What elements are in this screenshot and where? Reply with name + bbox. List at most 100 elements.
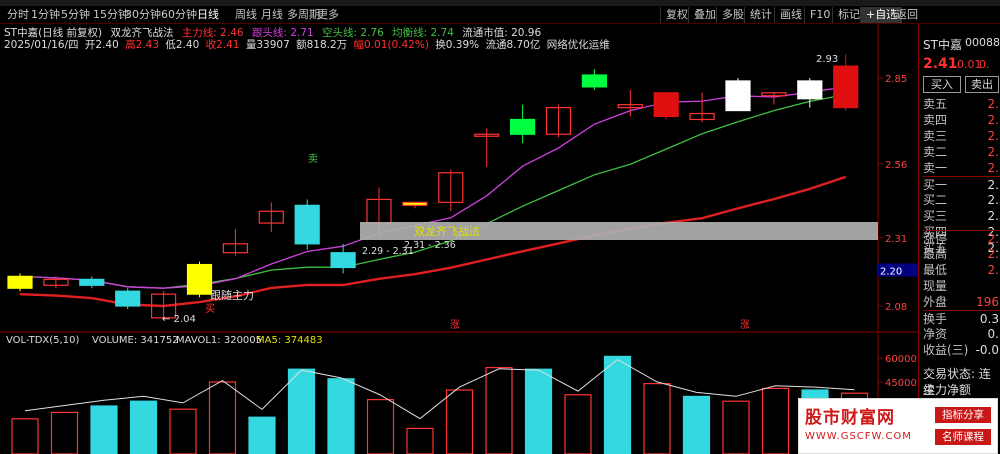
order-book-label: 买三 bbox=[923, 209, 948, 223]
period-tab-6[interactable]: 日线 bbox=[194, 6, 222, 24]
price-tick-label: 2.56 bbox=[885, 160, 907, 171]
volume-bar bbox=[327, 378, 355, 454]
candles bbox=[7, 54, 859, 319]
volume-bar bbox=[169, 408, 197, 454]
order-book-row[interactable]: 买一 2. bbox=[923, 176, 1000, 192]
quote-stat-value: 196 bbox=[976, 295, 999, 309]
order-book-row[interactable]: 卖二 2. bbox=[923, 144, 1000, 160]
order-book-label: 卖四 bbox=[923, 113, 948, 127]
watermark-logo: 股市财富网 bbox=[805, 408, 895, 428]
price-change: 0.01 bbox=[957, 58, 982, 71]
candle-body bbox=[510, 118, 536, 135]
stock-code: 000889 bbox=[965, 36, 1000, 49]
volume-bar bbox=[761, 387, 790, 454]
candle-body bbox=[833, 65, 859, 109]
kline-chart[interactable]: 2.85 2.56 2.31 2.08 2.20 ← 2.04 2.93 跟随主力买 卖双龙齐… bbox=[0, 24, 920, 454]
buy-button[interactable]: 买入 bbox=[923, 76, 961, 93]
order-book-value: 2. bbox=[987, 129, 999, 143]
strategy-label: 双龙齐飞战法 bbox=[414, 224, 480, 238]
volume-bar bbox=[248, 416, 276, 454]
follow-main-label: 跟随主力 bbox=[210, 288, 254, 302]
stock-name: ST中嘉 bbox=[923, 38, 962, 52]
candle-body bbox=[653, 92, 679, 118]
toolbar-button-8[interactable]: 返回 bbox=[890, 7, 923, 23]
indicator-share-tag[interactable]: 指标分享 bbox=[935, 407, 991, 423]
ma-mid-line bbox=[19, 93, 846, 289]
candle-body bbox=[294, 204, 320, 245]
ma-short-line bbox=[19, 86, 846, 289]
volume-bar bbox=[485, 367, 513, 454]
quote-stat-label: 涨停 bbox=[923, 232, 948, 246]
volume-bar bbox=[11, 418, 39, 454]
pair-label-2: 2.31 - 2.36 bbox=[404, 240, 456, 251]
order-book-label: 卖三 bbox=[923, 129, 948, 143]
order-book-row[interactable]: 买二 2. bbox=[923, 192, 1000, 208]
order-book-row[interactable]: 卖五 2. bbox=[923, 96, 1000, 112]
gain-mark: 涨 bbox=[450, 319, 460, 331]
quote-stat-row: 最高 2. bbox=[923, 246, 1000, 262]
quote-stat-row: 外盘 196 bbox=[923, 294, 1000, 310]
price-axis: 2.85 2.56 2.31 2.08 2.20 bbox=[878, 74, 918, 313]
high-price-label: 2.93 bbox=[816, 54, 838, 65]
period-tab-10[interactable]: 更多 bbox=[314, 6, 342, 24]
zhang-mark: 涨 bbox=[740, 319, 750, 331]
order-book-row[interactable]: 卖一 2. bbox=[923, 160, 1000, 176]
order-book-value: 2. bbox=[987, 161, 999, 175]
volume-bar bbox=[643, 383, 671, 454]
teacher-course-tag[interactable]: 名师课程 bbox=[935, 429, 991, 445]
volume-indicator-name: VOL-TDX(5,10) bbox=[6, 335, 79, 346]
order-book-label: 卖五 bbox=[923, 97, 948, 111]
volume-bar bbox=[90, 405, 118, 454]
order-book-value: 2. bbox=[987, 145, 999, 159]
volume-bar bbox=[406, 427, 434, 454]
volume-legend: VOL-TDX(5,10) VOLUME: 341752MAVOL1: 32000… bbox=[6, 335, 323, 346]
quote-panel: ST中嘉 000889 2.41 0.01 0. 买入 卖出 卖五2.卖四2.卖… bbox=[918, 24, 1000, 454]
order-book-row[interactable]: 买三 2. bbox=[923, 208, 1000, 224]
period-tab-7[interactable]: 周线 bbox=[232, 6, 260, 24]
candle-body bbox=[725, 80, 751, 112]
volume-bar bbox=[682, 395, 711, 454]
last-price: 2.41 bbox=[923, 56, 958, 72]
quote-stat-label: 换手 bbox=[923, 312, 948, 326]
volume-tick-label: 45000 bbox=[885, 378, 917, 389]
toolbar-button-4[interactable]: 画线 bbox=[774, 7, 807, 23]
price-pct: 0. bbox=[979, 58, 990, 71]
price-tick-label: 2.08 bbox=[885, 302, 907, 313]
order-book-label: 卖一 bbox=[923, 161, 948, 175]
period-toolbar: 分时 1分钟 5分钟 15分钟 30分钟 60分钟 日线 周线 月线 多周期 更多 复权 叠加 多股 统计画… bbox=[0, 6, 1000, 24]
quote-stat-value: 0.3 bbox=[979, 312, 999, 326]
order-book-value: 2. bbox=[987, 113, 999, 127]
order-book-value: 2. bbox=[987, 97, 999, 111]
quote-stat-row: 涨停 2. bbox=[923, 230, 1000, 246]
trade-status: 交易状态: 连续 bbox=[923, 367, 991, 397]
quote-stat-row: 现量 bbox=[923, 278, 1000, 294]
volume-bar bbox=[603, 355, 632, 454]
quote-stat-label: 最低 bbox=[923, 263, 948, 277]
quote-stat-value: 2. bbox=[987, 263, 999, 277]
candle-body bbox=[581, 74, 608, 88]
price-tick-label: 2.85 bbox=[885, 74, 907, 85]
candle-body bbox=[79, 278, 105, 286]
volume-bars: 60000 45000 bbox=[11, 354, 917, 454]
quote-stat-value: -0.0 bbox=[975, 343, 999, 357]
quote-stat-value: 2. bbox=[987, 247, 999, 261]
order-book-value: 2. bbox=[987, 209, 999, 223]
volume-bar bbox=[50, 411, 79, 454]
toolbar-button-5[interactable]: F10 bbox=[804, 7, 835, 23]
ma5-value: MA5: 374483 bbox=[256, 335, 323, 346]
order-book-row[interactable]: 卖四 2. bbox=[923, 112, 1000, 128]
quote-stat-value: 0. bbox=[987, 327, 999, 341]
low-price-label: ← 2.04 bbox=[162, 314, 196, 325]
period-tab-2[interactable]: 5分钟 bbox=[58, 6, 93, 24]
sell-button[interactable]: 卖出 bbox=[965, 76, 999, 93]
toolbar-button-3[interactable]: 统计 bbox=[744, 7, 777, 23]
buy-mark: 买 bbox=[205, 303, 215, 315]
period-tab-8[interactable]: 月线 bbox=[258, 6, 286, 24]
volume-bar bbox=[208, 381, 237, 454]
watermark-url: WWW.GSCFW.COM bbox=[805, 431, 912, 442]
candle-body bbox=[402, 201, 428, 206]
order-book-row[interactable]: 卖三 2. bbox=[923, 128, 1000, 144]
candle-body bbox=[115, 290, 141, 307]
volume-bar bbox=[722, 400, 750, 454]
volume-bar bbox=[445, 389, 474, 454]
